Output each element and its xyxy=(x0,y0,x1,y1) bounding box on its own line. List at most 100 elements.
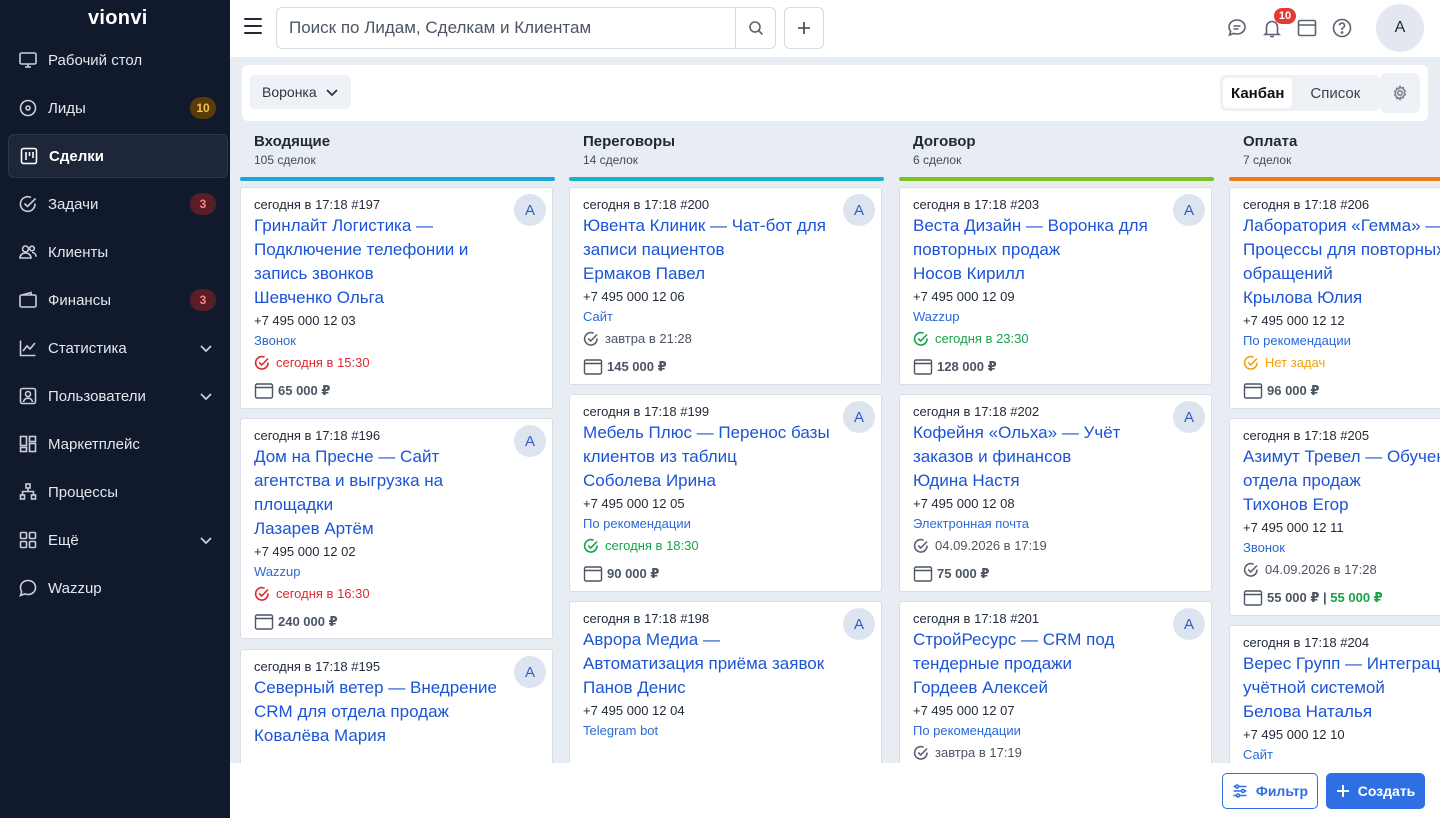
messages-button[interactable] xyxy=(1226,17,1248,39)
sidebar-item-leads[interactable]: Лиды 10 xyxy=(8,86,228,130)
deal-card[interactable]: сегодня в 17:18 #204АВерес Групп — Интег… xyxy=(1229,625,1440,763)
deal-title-link[interactable]: Гринлайт Логистика — Подключение телефон… xyxy=(254,214,509,286)
calendar-button[interactable] xyxy=(1296,17,1318,39)
deal-title-link[interactable]: СтройРесурс — CRM под тендерные продажи xyxy=(913,628,1168,676)
responsible-avatar[interactable]: А xyxy=(1173,194,1205,226)
responsible-avatar[interactable]: А xyxy=(843,608,875,640)
sidebar-item-more[interactable]: Ещё xyxy=(8,518,228,562)
deal-task-status[interactable]: 04.09.2026 в 17:28 xyxy=(1243,561,1440,579)
search-icon xyxy=(748,21,763,36)
deal-title-link[interactable]: Мебель Плюс — Перенос базы клиентов из т… xyxy=(583,421,838,469)
deal-task-status[interactable]: сегодня в 23:30 xyxy=(913,330,1198,348)
sidebar-item-wazzup[interactable]: Wazzup xyxy=(8,566,228,610)
responsible-avatar[interactable]: А xyxy=(514,656,546,688)
responsible-avatar[interactable]: А xyxy=(1173,401,1205,433)
task-time: сегодня в 23:30 xyxy=(935,331,1029,346)
deal-amount-value: 96 000 ₽ xyxy=(1267,383,1320,398)
deal-title-link[interactable]: Лаборатория «Гемма» — Процессы для повто… xyxy=(1243,214,1440,286)
menu-icon[interactable] xyxy=(244,18,262,36)
deal-title-link[interactable]: Верес Групп — Интеграция с учётной систе… xyxy=(1243,652,1440,700)
deal-task-status[interactable]: завтра в 17:19 xyxy=(913,744,1198,762)
contact-name-link[interactable]: Гордеев Алексей xyxy=(913,676,1198,700)
contact-name-link[interactable]: Носов Кирилл xyxy=(913,262,1198,286)
contact-name-link[interactable]: Ермаков Павел xyxy=(583,262,868,286)
deal-title-link[interactable]: Аврора Медиа — Автоматизация приёма заяв… xyxy=(583,628,838,676)
contact-name-link[interactable]: Тихонов Егор xyxy=(1243,493,1440,517)
deal-card[interactable]: сегодня в 17:18 #199 А Мебель Плюс — Перен… xyxy=(569,394,882,592)
help-button[interactable] xyxy=(1331,17,1353,39)
contact-name-link[interactable]: Белова Наталья xyxy=(1243,700,1440,724)
task-time: сегодня в 18:30 xyxy=(605,538,699,553)
chat-bubble-icon xyxy=(1228,19,1246,37)
view-kanban-tab[interactable]: Канбан xyxy=(1223,78,1293,108)
sidebar-item-statistics[interactable]: Статистика xyxy=(8,326,228,370)
task-time: Нет задач xyxy=(1265,355,1326,370)
column-color-bar xyxy=(240,177,555,181)
deal-title-link[interactable]: Азимут Тревел — Обучение отдела продаж xyxy=(1243,445,1440,493)
notifications-button[interactable]: 10 xyxy=(1261,8,1296,39)
sidebar-item-processes[interactable]: Процессы xyxy=(8,470,228,514)
deal-card[interactable]: сегодня в 17:18 #202 А Кофейня «Ольха» — У… xyxy=(899,394,1212,592)
task-time: завтра в 21:28 xyxy=(605,331,692,346)
deal-card[interactable]: сегодня в 17:18 #203 А Веста Дизайн — Воро… xyxy=(899,187,1212,385)
sidebar-item-marketplace[interactable]: Маркетплейс xyxy=(8,422,228,466)
deal-title-link[interactable]: Ювента Клиник — Чат-бот для записи пацие… xyxy=(583,214,838,262)
deal-card[interactable]: сегодня в 17:18 #198 А Аврора Медиа — Авто… xyxy=(569,601,882,763)
deal-title-link[interactable]: Северный ветер — Внедрение CRM для отдел… xyxy=(254,676,509,724)
deal-card[interactable]: сегодня в 17:18 #200 А Ювента Клиник — Чат… xyxy=(569,187,882,385)
app-logo[interactable]: vionvi xyxy=(88,7,148,30)
contact-name-link[interactable]: Крылова Юлия xyxy=(1243,286,1440,310)
deal-task-status[interactable]: сегодня в 18:30 xyxy=(583,537,868,555)
search-button[interactable] xyxy=(735,7,776,49)
filter-button[interactable]: Фильтр xyxy=(1222,773,1318,809)
user-avatar[interactable]: А xyxy=(1376,4,1424,52)
wallet-icon xyxy=(1243,589,1267,607)
deal-card[interactable]: сегодня в 17:18 #197 А Гринлайт Логистика … xyxy=(240,187,553,409)
create-deal-button[interactable]: Создать xyxy=(1326,773,1425,809)
deal-amount: 145 000 ₽ xyxy=(583,358,868,376)
deal-card[interactable]: сегодня в 17:18 #206АЛаборатория «Гемма»… xyxy=(1229,187,1440,409)
deal-amount-value: 128 000 ₽ xyxy=(937,359,997,374)
contact-name-link[interactable]: Соболева Ирина xyxy=(583,469,868,493)
sidebar-item-deals[interactable]: Сделки xyxy=(8,134,228,178)
deal-title-link[interactable]: Веста Дизайн — Воронка для повторных про… xyxy=(913,214,1168,262)
responsible-avatar[interactable]: А xyxy=(514,425,546,457)
contact-name-link[interactable]: Ковалёва Мария xyxy=(254,724,539,748)
deal-task-status[interactable]: 04.09.2026 в 17:19 xyxy=(913,537,1198,555)
column-deal-count: 14 сделок xyxy=(583,153,639,167)
responsible-avatar[interactable]: А xyxy=(1173,608,1205,640)
view-list-tab[interactable]: Список xyxy=(1302,78,1368,108)
deal-card[interactable]: сегодня в 17:18 #195 А Северный ветер — Вн… xyxy=(240,649,553,763)
sidebar-item-label: Процессы xyxy=(48,483,119,501)
task-time: сегодня в 16:30 xyxy=(276,586,370,601)
board-settings-button[interactable] xyxy=(1380,73,1420,113)
deal-card[interactable]: сегодня в 17:18 #196 А Дом на Пресне — Сай… xyxy=(240,418,553,639)
deal-task-status[interactable]: завтра в 21:28 xyxy=(583,330,868,348)
deal-title-link[interactable]: Кофейня «Ольха» — Учёт заказов и финансо… xyxy=(913,421,1168,469)
search-input[interactable] xyxy=(276,7,736,49)
column-title: Оплата xyxy=(1243,133,1298,150)
deal-task-status[interactable]: сегодня в 16:30 xyxy=(254,585,539,603)
contact-name-link[interactable]: Шевченко Ольга xyxy=(254,286,539,310)
deal-task-status[interactable]: Нет задач xyxy=(1243,354,1440,372)
funnel-select[interactable]: Воронка xyxy=(250,75,351,109)
quick-add-button[interactable] xyxy=(784,7,824,49)
contact-name-link[interactable]: Панов Денис xyxy=(583,676,868,700)
deal-task-status[interactable]: сегодня в 15:30 xyxy=(254,354,539,372)
responsible-avatar[interactable]: А xyxy=(843,194,875,226)
responsible-avatar[interactable]: А xyxy=(843,401,875,433)
sidebar-item-tasks[interactable]: Задачи 3 xyxy=(8,182,228,226)
sidebar-item-finance[interactable]: Финансы 3 xyxy=(8,278,228,322)
responsible-avatar[interactable]: А xyxy=(514,194,546,226)
deal-card[interactable]: сегодня в 17:18 #201 А СтройРесурс — CRM п… xyxy=(899,601,1212,763)
sidebar-item-label: Пользователи xyxy=(48,387,146,405)
sidebar-item-users[interactable]: Пользователи xyxy=(8,374,228,418)
sidebar-item-clients[interactable]: Клиенты xyxy=(8,230,228,274)
contact-phone: +7 495 000 12 12 xyxy=(1243,313,1345,328)
deal-title-link[interactable]: Дом на Пресне — Сайт агентства и выгрузк… xyxy=(254,445,509,517)
sidebar-item-dashboard[interactable]: Рабочий стол xyxy=(8,38,228,82)
contact-name-link[interactable]: Юдина Настя xyxy=(913,469,1198,493)
finance-count-badge: 3 xyxy=(190,289,216,311)
deal-card[interactable]: сегодня в 17:18 #205ААзимут Тревел — Обу… xyxy=(1229,418,1440,616)
contact-name-link[interactable]: Лазарев Артём xyxy=(254,517,539,541)
